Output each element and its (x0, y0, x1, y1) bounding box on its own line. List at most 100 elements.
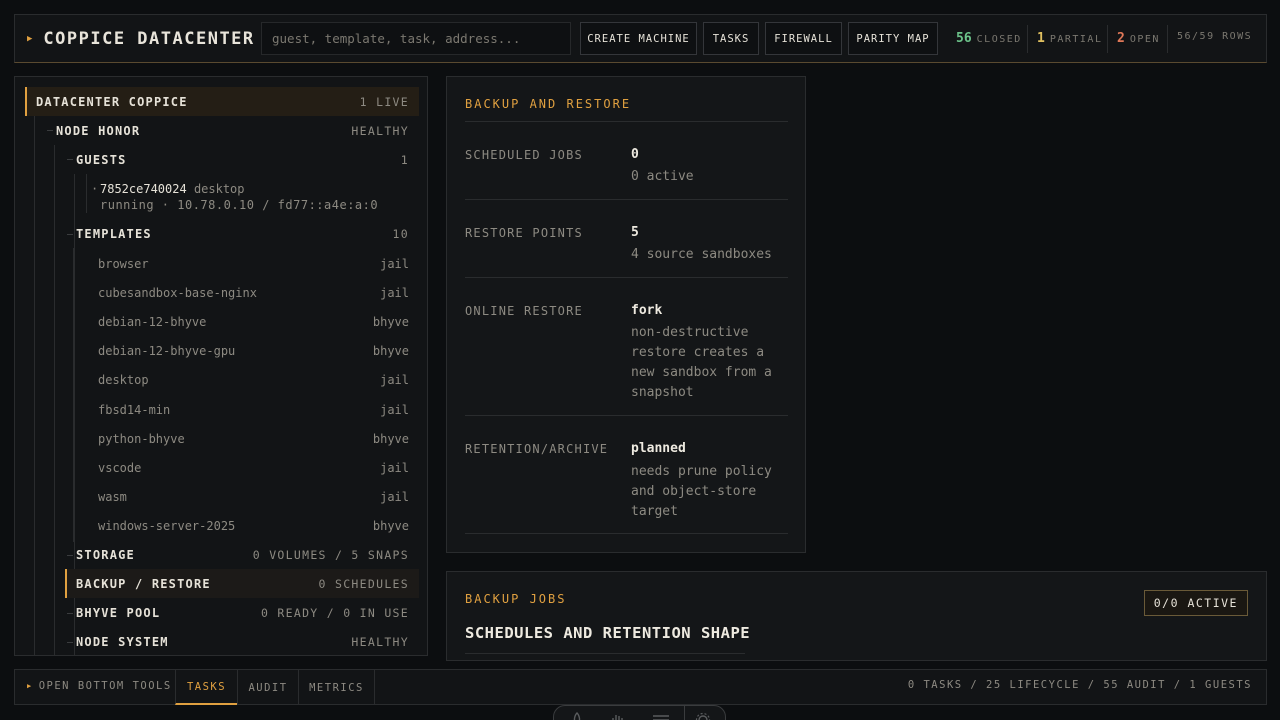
tree-item-label: NODE SYSTEM (76, 634, 169, 649)
hand-icon[interactable] (609, 712, 627, 720)
kv-value: 5 (631, 225, 639, 240)
guest-title: 7852ce740024 desktop (100, 182, 245, 196)
create-machine-button[interactable]: CREATE MACHINE (580, 22, 697, 55)
kv-value: 0 (631, 147, 639, 162)
template-type: bhyve (372, 344, 409, 359)
section-title: BACKUP JOBS (465, 592, 567, 606)
open-label: OPEN (1129, 34, 1160, 45)
template-item[interactable]: debian-12-bhyve-gpu bhyve (75, 337, 419, 366)
section-heading: SCHEDULES AND RETENTION SHAPE (465, 624, 751, 642)
gear-icon[interactable] (694, 712, 712, 720)
open-count: 2 (1117, 31, 1125, 46)
kv-key: RETENTION/ARCHIVE (465, 442, 609, 456)
closed-label: CLOSED (976, 34, 1022, 45)
template-item[interactable]: browser jail (75, 249, 419, 278)
tree-item-label: DATACENTER COPPICE (36, 94, 188, 109)
card-title: BACKUP AND RESTORE (465, 97, 632, 111)
template-name: cubesandbox-base-nginx (98, 285, 257, 300)
tree-item-backup[interactable]: BACKUP / RESTORE 0 SCHEDULES (65, 569, 419, 598)
tree-item-meta: 0 READY / 0 IN USE (260, 605, 409, 620)
partial-count: 1 (1037, 31, 1045, 46)
dock (553, 705, 726, 720)
tree-item-meta: 1 LIVE (359, 94, 409, 109)
caret-icon: ▶ (27, 682, 33, 690)
kv-value: fork (631, 303, 663, 318)
tab-tasks[interactable]: TASKS (175, 670, 237, 705)
template-item[interactable]: vscode jail (75, 453, 419, 482)
dock-divider (684, 706, 685, 720)
partial-label: PARTIAL (1049, 34, 1103, 45)
template-item[interactable]: wasm jail (75, 483, 419, 512)
menu-icon[interactable] (652, 712, 670, 720)
template-name: debian-12-bhyve (98, 314, 207, 329)
guest-status: running · 10.78.0.10 / fd77::a4e:a:0 (100, 198, 379, 212)
template-type: bhyve (372, 314, 409, 329)
tree-item-label: NODE HONOR (56, 123, 141, 138)
template-item[interactable]: fbsd14-min jail (75, 395, 419, 424)
template-type: jail (380, 373, 409, 388)
tree-item-meta: HEALTHY (351, 634, 409, 649)
tree-item-datacenter[interactable]: DATACENTER COPPICE 1 LIVE (25, 87, 419, 116)
caret-icon: ▶ (27, 33, 33, 44)
template-item[interactable]: desktop jail (75, 366, 419, 395)
bullet-icon: · (91, 182, 99, 196)
open-tools-label: OPEN BOTTOM TOOLS (38, 680, 172, 692)
tree-item-label: TEMPLATES (76, 226, 152, 241)
tree-item-label: STORAGE (76, 547, 135, 562)
parity-map-button[interactable]: PARITY MAP (848, 22, 938, 55)
tree-item-node-system[interactable]: NODE SYSTEM HEALTHY (65, 627, 419, 655)
bottom-summary: 0 TASKS / 25 LIFECYCLE / 55 AUDIT / 1 GU… (907, 679, 1252, 691)
kv-sub: 0 active (631, 169, 694, 184)
tree-item-meta: HEALTHY (351, 123, 409, 138)
tab-metrics[interactable]: METRICS (298, 670, 375, 705)
template-type: jail (380, 256, 409, 271)
template-item[interactable]: cubesandbox-base-nginx jail (75, 278, 419, 307)
template-type: jail (380, 490, 409, 505)
kv-sub: needs prune policy and object-store targ… (631, 464, 772, 519)
kv-key: ONLINE RESTORE (465, 304, 583, 318)
template-name: python-bhyve (98, 431, 185, 446)
tree-item-node[interactable]: NODE HONOR HEALTHY (45, 116, 419, 145)
divider (465, 277, 788, 278)
template-item[interactable]: python-bhyve bhyve (75, 424, 419, 453)
template-type: jail (380, 285, 409, 300)
template-type: jail (380, 460, 409, 475)
backup-jobs-panel: BACKUP JOBS SCHEDULES AND RETENTION SHAP… (446, 571, 1267, 661)
kv-key: SCHEDULED JOBS (465, 148, 583, 162)
template-item[interactable]: windows-server-2025 bhyve (75, 512, 419, 541)
template-name: vscode (98, 460, 142, 475)
template-item[interactable]: debian-12-bhyve bhyve (75, 307, 419, 336)
guest-template: desktop (193, 182, 245, 196)
divider (465, 415, 788, 416)
tree-guide (34, 116, 35, 655)
tree-item-storage[interactable]: STORAGE 0 VOLUMES / 5 SNAPS (65, 540, 419, 569)
tree-item-bhyve-pool[interactable]: BHYVE POOL 0 READY / 0 IN USE (65, 598, 419, 627)
rocket-icon[interactable] (568, 712, 586, 720)
open-bottom-tools-button[interactable]: ▶ OPEN BOTTOM TOOLS (27, 680, 172, 692)
tree-guide (86, 174, 87, 213)
tree-item-meta: 0 VOLUMES / 5 SNAPS (252, 547, 409, 562)
open-stat: 2 OPEN (1117, 31, 1160, 46)
closed-count: 56 (956, 31, 972, 46)
template-name: windows-server-2025 (98, 519, 236, 534)
template-name: fbsd14-min (98, 402, 171, 417)
template-type: bhyve (372, 431, 409, 446)
divider (465, 199, 788, 200)
tree-guide (73, 248, 74, 542)
template-name: debian-12-bhyve-gpu (98, 344, 236, 359)
search-input[interactable] (261, 22, 571, 55)
firewall-button[interactable]: FIREWALL (765, 22, 842, 55)
tasks-button[interactable]: TASKS (703, 22, 759, 55)
divider (465, 121, 788, 122)
kv-value: planned (631, 441, 686, 456)
bottom-bar: ▶ OPEN BOTTOM TOOLS TASKS AUDIT METRICS … (14, 669, 1267, 705)
stat-divider (1027, 25, 1028, 53)
kv-key: RESTORE POINTS (465, 226, 583, 240)
tree-item-guests[interactable]: GUESTS 1 (65, 145, 419, 174)
template-name: wasm (98, 490, 127, 505)
tree-item-meta: 0 SCHEDULES (318, 576, 409, 591)
partial-stat: 1 PARTIAL (1037, 31, 1102, 46)
tab-audit[interactable]: AUDIT (237, 670, 298, 705)
app-title: COPPICE DATACENTER (43, 28, 255, 49)
tree-item-templates[interactable]: TEMPLATES 10 (65, 219, 419, 248)
